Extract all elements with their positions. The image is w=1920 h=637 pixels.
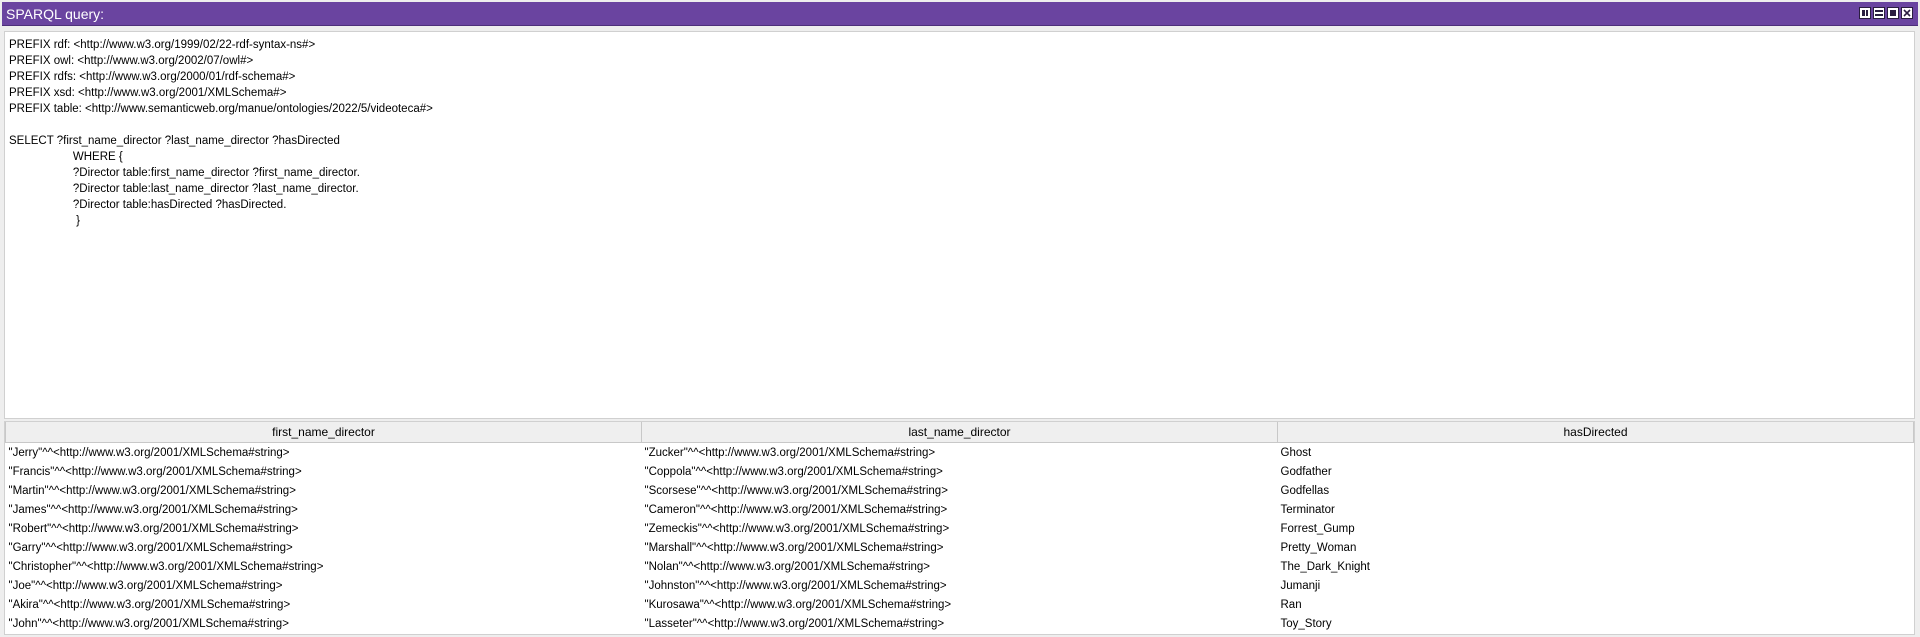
column-header-first-name-director[interactable]: first_name_director: [5, 422, 642, 443]
table-row[interactable]: "Martin"^^<http://www.w3.org/2001/XMLSch…: [6, 481, 1914, 500]
table-row[interactable]: "Francis"^^<http://www.w3.org/2001/XMLSc…: [6, 462, 1914, 481]
window-controls: [1859, 7, 1913, 19]
table-cell-hasDirected: Terminator: [1280, 503, 1335, 516]
table-cell-last-name-director: "Nolan"^^<http://www.w3.org/2001/XMLSche…: [644, 560, 931, 573]
window-title: SPARQL query:: [6, 6, 105, 22]
results-header-row: first_name_director last_name_director has…: [5, 422, 1914, 443]
query-editor[interactable]: PREFIX rdf: <http://www.w3.org/1999/02/2…: [4, 31, 1915, 419]
results-body: "Jerry"^^<http://www.w3.org/2001/XMLSche…: [6, 443, 1914, 634]
table-cell-hasDirected: Godfather: [1280, 465, 1332, 478]
table-cell-hasDirected: Pretty_Woman: [1280, 541, 1357, 554]
table-cell-last-name-director: "Marshall"^^<http://www.w3.org/2001/XMLS…: [644, 541, 944, 554]
sparql-query-window: SPARQL query: PREFIX rdf: <http://www.w3…: [0, 0, 1920, 637]
table-cell-hasDirected: Ghost: [1280, 446, 1312, 459]
table-row[interactable]: "James"^^<http://www.w3.org/2001/XMLSche…: [6, 500, 1914, 519]
table-cell-last-name-director: "Lasseter"^^<http://www.w3.org/2001/XMLS…: [644, 617, 945, 630]
table-cell-last-name-director: "Zucker"^^<http://www.w3.org/2001/XMLSch…: [644, 446, 936, 459]
table-cell-hasDirected: Jumanji: [1280, 579, 1321, 592]
table-cell-hasDirected: Godfellas: [1280, 484, 1330, 497]
table-cell-first-name-director: "Francis"^^<http://www.w3.org/2001/XMLSc…: [8, 465, 302, 478]
table-row[interactable]: "Christopher"^^<http://www.w3.org/2001/X…: [6, 557, 1914, 576]
restore-icon[interactable]: [1873, 7, 1885, 19]
table-cell-first-name-director: "Robert"^^<http://www.w3.org/2001/XMLSch…: [8, 522, 299, 535]
table-cell-first-name-director: "Akira"^^<http://www.w3.org/2001/XMLSche…: [8, 598, 291, 611]
table-row[interactable]: "Robert"^^<http://www.w3.org/2001/XMLSch…: [6, 519, 1914, 538]
table-cell-last-name-director: "Kurosawa"^^<http://www.w3.org/2001/XMLS…: [644, 598, 952, 611]
table-cell-first-name-director: "Christopher"^^<http://www.w3.org/2001/X…: [8, 560, 324, 573]
table-cell-last-name-director: "Scorsese"^^<http://www.w3.org/2001/XMLS…: [644, 484, 948, 497]
table-cell-last-name-director: "Coppola"^^<http://www.w3.org/2001/XMLSc…: [644, 465, 943, 478]
results-table-panel: first_name_director last_name_director has…: [4, 421, 1915, 635]
table-row[interactable]: "John"^^<http://www.w3.org/2001/XMLSchem…: [6, 614, 1914, 633]
column-header-hasDirected[interactable]: hasDirected: [1277, 422, 1914, 443]
table-cell-hasDirected: Forrest_Gump: [1280, 522, 1355, 535]
table-cell-first-name-director: "John"^^<http://www.w3.org/2001/XMLSchem…: [8, 617, 289, 630]
table-cell-hasDirected: Ran: [1280, 598, 1302, 611]
maximize-icon[interactable]: [1887, 7, 1899, 19]
column-header-last-name-director[interactable]: last_name_director: [641, 422, 1278, 443]
table-cell-first-name-director: "Garry"^^<http://www.w3.org/2001/XMLSche…: [8, 541, 293, 554]
table-cell-last-name-director: "Cameron"^^<http://www.w3.org/2001/XMLSc…: [644, 503, 948, 516]
close-icon[interactable]: [1901, 7, 1913, 19]
query-text[interactable]: PREFIX rdf: <http://www.w3.org/1999/02/2…: [5, 32, 1914, 234]
table-row[interactable]: "Joe"^^<http://www.w3.org/2001/XMLSchema…: [6, 576, 1914, 595]
split-view-icon[interactable]: [1859, 7, 1871, 19]
table-cell-hasDirected: Toy_Story: [1280, 617, 1332, 630]
table-cell-first-name-director: "James"^^<http://www.w3.org/2001/XMLSche…: [8, 503, 298, 516]
table-row[interactable]: "Akira"^^<http://www.w3.org/2001/XMLSche…: [6, 595, 1914, 614]
window-titlebar[interactable]: SPARQL query:: [2, 2, 1918, 26]
table-cell-last-name-director: "Johnston"^^<http://www.w3.org/2001/XMLS…: [644, 579, 947, 592]
results-table: first_name_director last_name_director has…: [5, 422, 1914, 633]
table-cell-first-name-director: "Joe"^^<http://www.w3.org/2001/XMLSchema…: [8, 579, 283, 592]
table-row[interactable]: "Jerry"^^<http://www.w3.org/2001/XMLSche…: [6, 443, 1914, 463]
table-cell-first-name-director: "Jerry"^^<http://www.w3.org/2001/XMLSche…: [8, 446, 290, 459]
table-row[interactable]: "Garry"^^<http://www.w3.org/2001/XMLSche…: [6, 538, 1914, 557]
table-cell-hasDirected: The_Dark_Knight: [1280, 560, 1371, 573]
table-cell-last-name-director: "Zemeckis"^^<http://www.w3.org/2001/XMLS…: [644, 522, 950, 535]
table-cell-first-name-director: "Martin"^^<http://www.w3.org/2001/XMLSch…: [8, 484, 296, 497]
